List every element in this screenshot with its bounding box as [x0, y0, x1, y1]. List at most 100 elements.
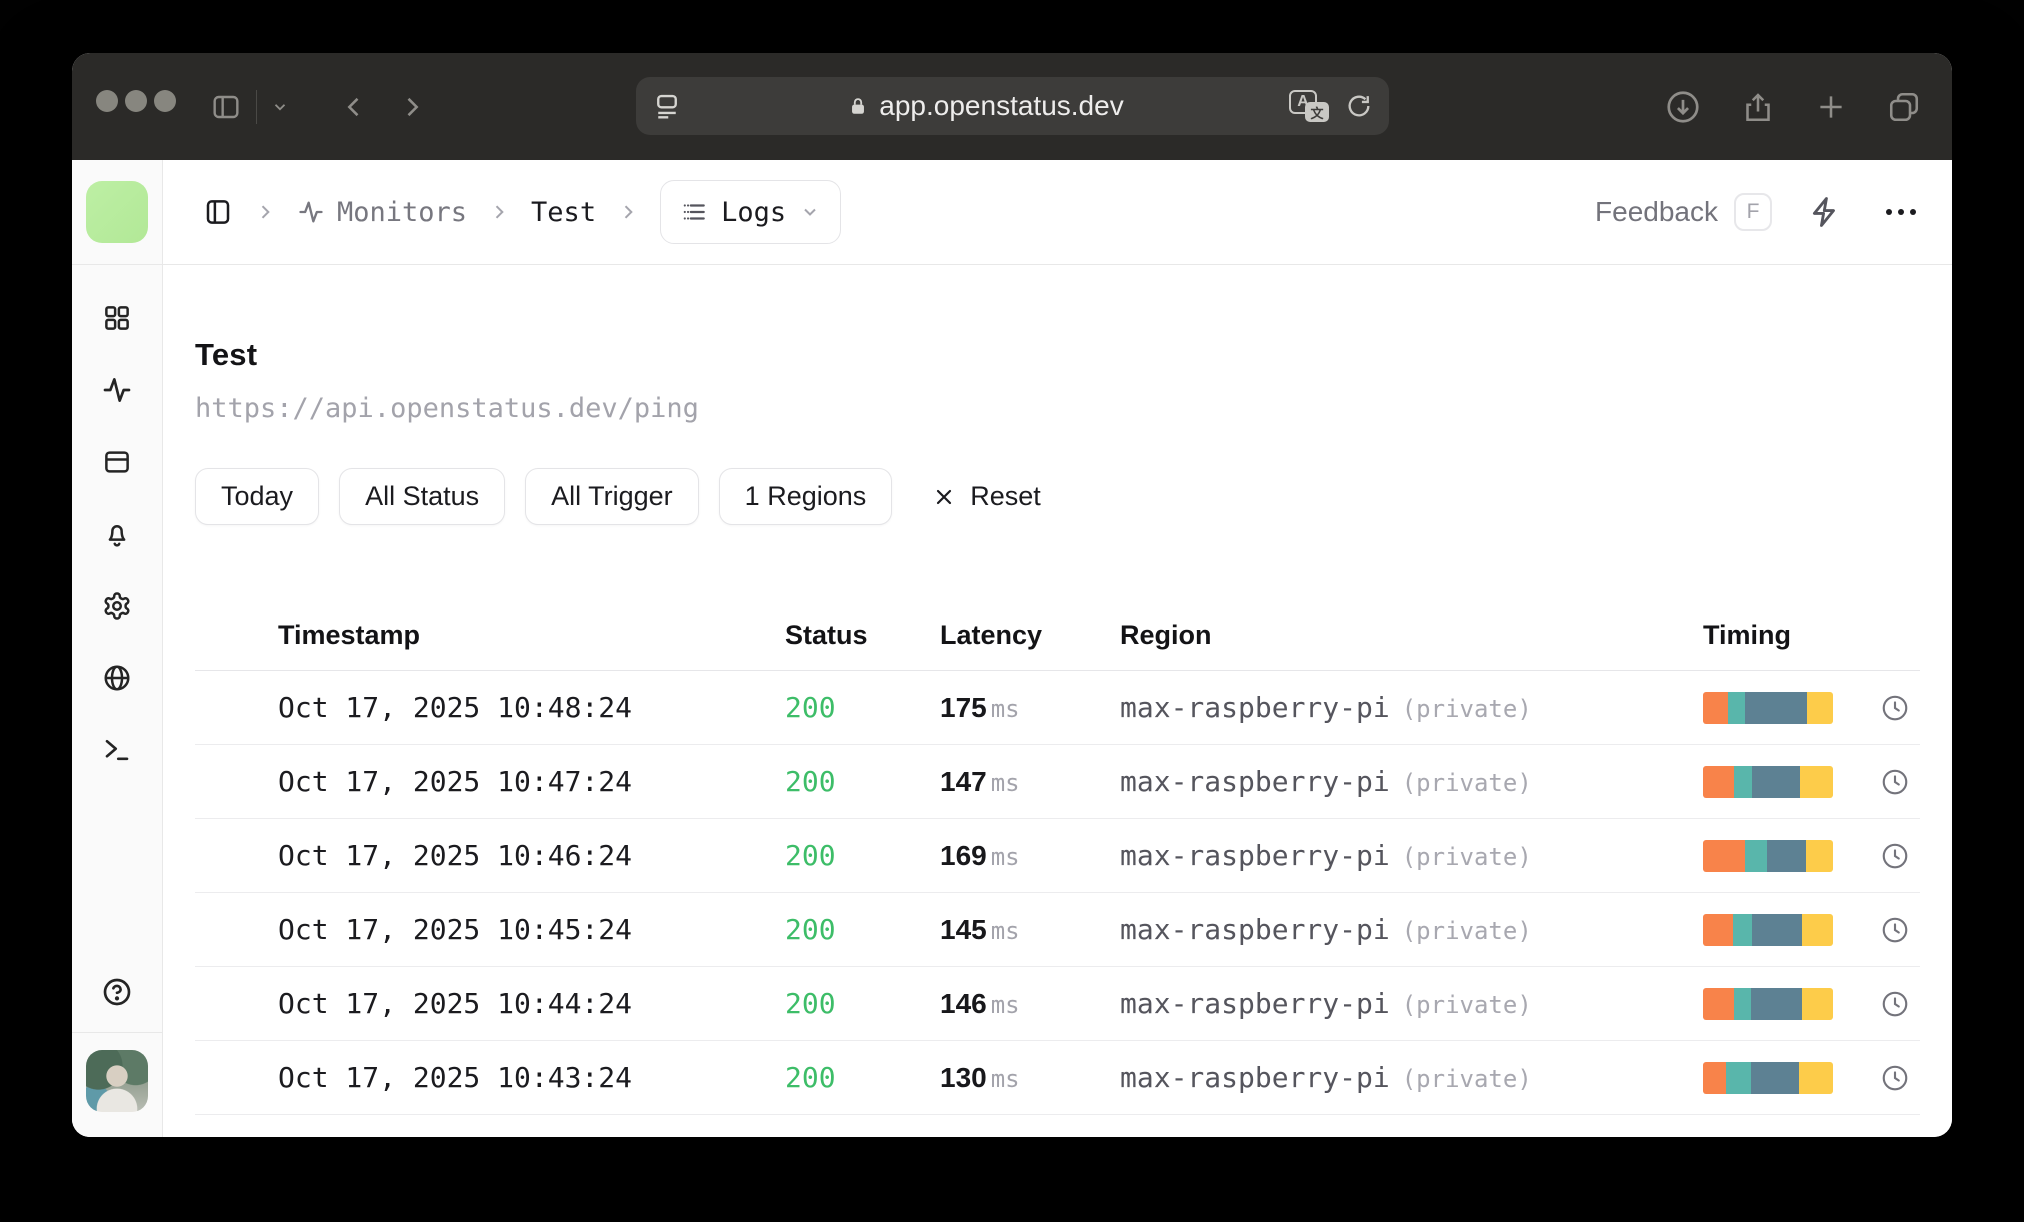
- clock-icon[interactable]: [1869, 767, 1920, 797]
- latency-value: 169: [940, 839, 987, 871]
- x-icon: [937, 489, 952, 504]
- cell-latency: 169 ms: [940, 840, 1120, 872]
- feedback-shortcut-badge: F: [1734, 193, 1772, 231]
- sidebar-item-dashboard[interactable]: [93, 294, 141, 342]
- region-visibility-note: (private): [1401, 843, 1532, 871]
- col-latency[interactable]: Latency: [940, 620, 1120, 651]
- col-timestamp[interactable]: Timestamp: [278, 620, 785, 651]
- close-window-button[interactable]: [96, 90, 118, 112]
- app-header: Monitors Test Logs Feedback F: [163, 160, 1952, 265]
- region-name: max-raspberry-pi: [1120, 913, 1390, 946]
- region-name: max-raspberry-pi: [1120, 839, 1390, 872]
- filter-period-button[interactable]: Today: [195, 468, 320, 525]
- workspace-avatar[interactable]: [86, 181, 148, 243]
- sidebar-chevron-down-icon[interactable]: [271, 98, 289, 116]
- sidebar-item-cli[interactable]: [93, 726, 141, 774]
- timing-segment: [1752, 913, 1802, 946]
- sidebar-divider: [72, 1032, 162, 1033]
- clock-icon[interactable]: [1869, 915, 1920, 945]
- cell-status: 200: [785, 691, 836, 724]
- new-tab-icon[interactable]: [1814, 90, 1848, 124]
- breadcrumb-monitors[interactable]: Monitors: [297, 197, 467, 228]
- region-visibility-note: (private): [1401, 1065, 1532, 1093]
- timing-segment: [1766, 839, 1806, 872]
- timing-segment: [1806, 691, 1833, 724]
- zoom-window-button[interactable]: [154, 90, 176, 112]
- filter-trigger-button[interactable]: All Trigger: [525, 468, 699, 525]
- command-zap-icon[interactable]: [1808, 195, 1842, 229]
- view-selector-logs[interactable]: Logs: [660, 180, 842, 244]
- filter-bar: Today All Status All Trigger 1 Regions R…: [195, 468, 1920, 525]
- clock-icon[interactable]: [1869, 693, 1920, 723]
- filter-status-button[interactable]: All Status: [339, 468, 506, 525]
- table-row[interactable]: Oct 17, 2025 10:46:24 200 169 ms max-rasp…: [195, 819, 1920, 893]
- table-row[interactable]: Oct 17, 2025 10:48:24 200 175 ms max-rasp…: [195, 671, 1920, 745]
- more-options-button[interactable]: [1886, 209, 1916, 215]
- sidebar-item-settings[interactable]: [93, 582, 141, 630]
- table-row[interactable]: Oct 17, 2025 10:43:24 200 130 ms max-rasp…: [195, 1041, 1920, 1115]
- timing-segment: [1703, 1061, 1727, 1094]
- timing-bar: [1703, 913, 1833, 946]
- timing-segment: [1751, 1061, 1800, 1094]
- translate-icon[interactable]: A 文: [1289, 90, 1329, 122]
- sidebar-item-notifications[interactable]: [93, 510, 141, 558]
- cell-latency: 130 ms: [940, 1062, 1120, 1094]
- address-bar[interactable]: app.openstatus.dev A 文: [636, 77, 1389, 135]
- reset-filters-button[interactable]: Reset: [932, 481, 1041, 512]
- timing-segment: [1734, 987, 1752, 1020]
- timing-segment: [1805, 839, 1833, 872]
- cell-timestamp: Oct 17, 2025 10:43:24: [278, 1061, 633, 1094]
- table-row[interactable]: Oct 17, 2025 10:45:24 200 145 ms max-rasp…: [195, 893, 1920, 967]
- traffic-lights: [96, 90, 176, 112]
- cell-timestamp: Oct 17, 2025 10:46:24: [278, 839, 633, 872]
- downloads-icon[interactable]: [1664, 88, 1702, 126]
- table-body: Oct 17, 2025 10:48:24 200 175 ms max-rasp…: [195, 671, 1920, 1115]
- feedback-button[interactable]: Feedback F: [1595, 193, 1772, 231]
- timing-bar: [1703, 987, 1833, 1020]
- sidebar-item-monitors[interactable]: [93, 366, 141, 414]
- col-timing[interactable]: Timing: [1703, 620, 1869, 651]
- sidebar-item-status-pages[interactable]: [93, 438, 141, 486]
- reload-icon[interactable]: [1345, 92, 1373, 120]
- sidebar-item-globe[interactable]: [93, 654, 141, 702]
- timing-segment: [1732, 913, 1753, 946]
- user-avatar[interactable]: [86, 1050, 148, 1112]
- address-url[interactable]: app.openstatus.dev: [879, 90, 1123, 122]
- chevron-right-icon: [618, 202, 638, 222]
- cell-region: max-raspberry-pi (private): [1120, 839, 1703, 872]
- timing-segment: [1703, 691, 1728, 724]
- table-row[interactable]: Oct 17, 2025 10:47:24 200 147 ms max-rasp…: [195, 745, 1920, 819]
- filter-regions-button[interactable]: 1 Regions: [718, 468, 893, 525]
- back-button[interactable]: [340, 93, 368, 121]
- timing-segment: [1734, 765, 1753, 798]
- app-sidebar: [72, 160, 163, 1137]
- cell-timestamp: Oct 17, 2025 10:47:24: [278, 765, 633, 798]
- clock-icon[interactable]: [1869, 989, 1920, 1019]
- latency-value: 175: [940, 691, 987, 723]
- col-region[interactable]: Region: [1120, 620, 1703, 651]
- cell-status: 200: [785, 987, 836, 1020]
- region-visibility-note: (private): [1401, 917, 1532, 945]
- help-icon[interactable]: [93, 968, 141, 1016]
- minimize-window-button[interactable]: [125, 90, 147, 112]
- col-status[interactable]: Status: [785, 620, 940, 651]
- breadcrumb-monitor-name[interactable]: Test: [531, 197, 596, 228]
- lock-icon: [847, 95, 869, 117]
- latency-value: 145: [940, 913, 987, 945]
- region-name: max-raspberry-pi: [1120, 691, 1390, 724]
- chevron-down-icon: [804, 208, 816, 216]
- cell-region: max-raspberry-pi (private): [1120, 987, 1703, 1020]
- sidebar-toggle-icon[interactable]: [210, 91, 242, 123]
- panel-left-icon[interactable]: [203, 197, 233, 227]
- clock-icon[interactable]: [1869, 841, 1920, 871]
- tab-overview-icon[interactable]: [1886, 89, 1922, 125]
- page-format-icon[interactable]: [652, 91, 682, 121]
- timing-segment: [1752, 765, 1801, 798]
- breadcrumb: Monitors Test Logs: [203, 180, 842, 244]
- forward-button[interactable]: [398, 93, 426, 121]
- latency-unit: ms: [990, 768, 1020, 797]
- timing-segment: [1801, 913, 1833, 946]
- clock-icon[interactable]: [1869, 1063, 1920, 1093]
- table-row[interactable]: Oct 17, 2025 10:44:24 200 146 ms max-rasp…: [195, 967, 1920, 1041]
- share-icon[interactable]: [1740, 89, 1776, 125]
